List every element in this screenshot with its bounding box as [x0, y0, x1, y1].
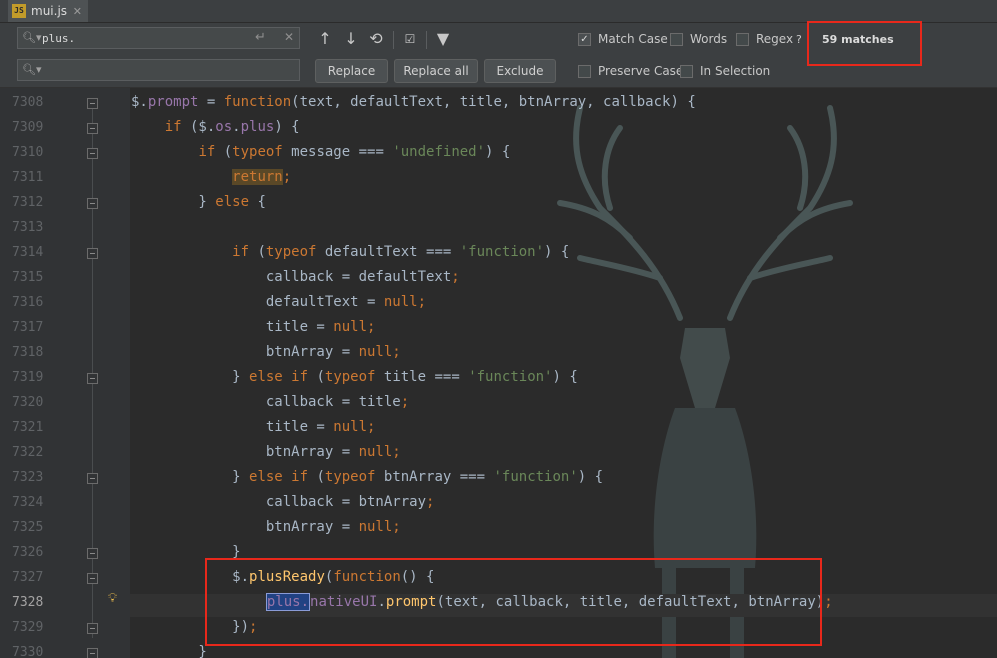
regex-checkbox[interactable]	[736, 32, 749, 46]
fold-marker-icon[interactable]	[87, 548, 98, 559]
code-line: $.prompt = function(text, defaultText, t…	[131, 94, 696, 110]
line-number: 7314	[12, 245, 44, 260]
line-number: 7326	[12, 545, 44, 560]
code-line: callback = defaultText;	[131, 269, 460, 285]
line-number: 7329	[12, 620, 44, 635]
line-number: 7318	[12, 345, 44, 360]
line-number: 7322	[12, 445, 44, 460]
replace-all-button[interactable]: Replace all	[394, 59, 478, 83]
fold-marker-icon[interactable]	[87, 648, 98, 658]
fold-marker-icon[interactable]	[87, 573, 98, 584]
search-input[interactable]	[42, 30, 262, 46]
tab-filename: mui.js	[31, 4, 68, 18]
fold-marker-icon[interactable]	[87, 98, 98, 109]
line-number: 7321	[12, 420, 44, 435]
preserve-case-checkbox[interactable]	[578, 64, 591, 78]
line-number: 7317	[12, 320, 44, 335]
javascript-file-icon: JS	[12, 4, 26, 18]
code-line: callback = btnArray;	[131, 494, 435, 510]
line-number: 7316	[12, 295, 44, 310]
search-history-icon[interactable]: 🔍︎▾	[22, 31, 42, 44]
previous-occurrence-icon[interactable]: ↑	[315, 29, 335, 49]
replace-field[interactable]: 🔍︎▾	[17, 59, 300, 81]
match-case-label: Match Case	[598, 32, 668, 46]
replace-input[interactable]	[42, 62, 262, 78]
select-all-occurrences-icon[interactable]: ☑	[400, 29, 420, 49]
clear-icon[interactable]: ✕	[284, 30, 294, 44]
match-case-checkbox[interactable]: ✓	[578, 32, 591, 46]
in-selection-checkbox[interactable]	[680, 64, 693, 78]
fold-marker-icon[interactable]	[87, 373, 98, 384]
code-line: } else {	[131, 194, 266, 210]
code-highlight-box	[205, 558, 822, 646]
preserve-case-option[interactable]: Preserve Case	[578, 64, 683, 78]
preserve-case-label: Preserve Case	[598, 64, 684, 78]
code-line: return;	[232, 169, 292, 185]
exclude-button[interactable]: Exclude	[484, 59, 556, 83]
close-icon[interactable]: ✕	[73, 5, 82, 18]
line-number-current: 7328	[12, 595, 44, 610]
line-number: 7320	[12, 395, 44, 410]
toolbar-divider	[426, 31, 427, 49]
words-checkbox[interactable]	[670, 32, 683, 46]
code-line: btnArray = null;	[131, 519, 401, 535]
next-occurrence-icon[interactable]: ↓	[341, 29, 361, 49]
line-number: 7319	[12, 370, 44, 385]
code-line: title = null;	[131, 319, 376, 335]
code-line: if (typeof message === 'undefined') {	[198, 144, 511, 160]
in-selection-label: In Selection	[700, 64, 771, 78]
matches-highlight-box	[807, 21, 922, 66]
regex-help-icon[interactable]: ?	[796, 33, 802, 46]
fold-marker-icon[interactable]	[87, 123, 98, 134]
line-number: 7323	[12, 470, 44, 485]
code-line: title = null;	[131, 419, 376, 435]
replace-button[interactable]: Replace	[315, 59, 388, 83]
line-number: 7310	[12, 145, 44, 160]
fold-marker-icon[interactable]	[87, 198, 98, 209]
fold-marker-icon[interactable]	[87, 248, 98, 259]
search-field[interactable]: 🔍︎▾ ↵ ✕	[17, 27, 300, 49]
line-number: 7308	[12, 95, 44, 110]
code-line: } else if (typeof title === 'function') …	[131, 369, 578, 385]
line-number: 7327	[12, 570, 44, 585]
code-line: if (typeof defaultText === 'function') {	[232, 244, 570, 260]
line-number: 7311	[12, 170, 44, 185]
line-number: 7325	[12, 520, 44, 535]
line-number: 7313	[12, 220, 44, 235]
code-line: callback = title;	[131, 394, 410, 410]
code-line: defaultText = null;	[131, 294, 427, 310]
find-all-occurrences-icon[interactable]: ⟲	[366, 29, 386, 49]
code-line: }	[131, 644, 207, 658]
code-editor[interactable]: 7308 7309 7310 7311 7312 7313 7314 7315 …	[0, 88, 997, 658]
words-option[interactable]: Words	[670, 32, 727, 46]
code-line: btnArray = null;	[131, 344, 401, 360]
fold-marker-icon[interactable]	[87, 623, 98, 634]
regex-option[interactable]: Regex	[736, 32, 793, 46]
fold-marker-icon[interactable]	[87, 148, 98, 159]
code-line: } else if (typeof btnArray === 'function…	[131, 469, 604, 485]
in-selection-option[interactable]: In Selection	[680, 64, 770, 78]
line-number: 7324	[12, 495, 44, 510]
code-line: if ($.os.plus) {	[164, 119, 300, 135]
match-case-option[interactable]: ✓ Match Case	[578, 32, 668, 46]
replace-history-icon[interactable]: 🔍︎▾	[22, 63, 42, 76]
regex-label: Regex	[756, 32, 794, 46]
tab-mui-js[interactable]: JS mui.js ✕	[8, 0, 88, 22]
lightbulb-icon[interactable]: 💡︎	[108, 591, 117, 606]
line-number: 7330	[12, 645, 44, 658]
line-number: 7309	[12, 120, 44, 135]
line-number: 7315	[12, 270, 44, 285]
new-line-icon[interactable]: ↵	[255, 30, 266, 45]
editor-tab-bar: JS mui.js ✕	[0, 0, 997, 23]
line-number: 7312	[12, 195, 44, 210]
code-line: btnArray = null;	[131, 444, 401, 460]
toolbar-divider	[393, 31, 394, 49]
words-label: Words	[690, 32, 728, 46]
filter-icon[interactable]: ▼	[433, 29, 453, 49]
fold-marker-icon[interactable]	[87, 473, 98, 484]
